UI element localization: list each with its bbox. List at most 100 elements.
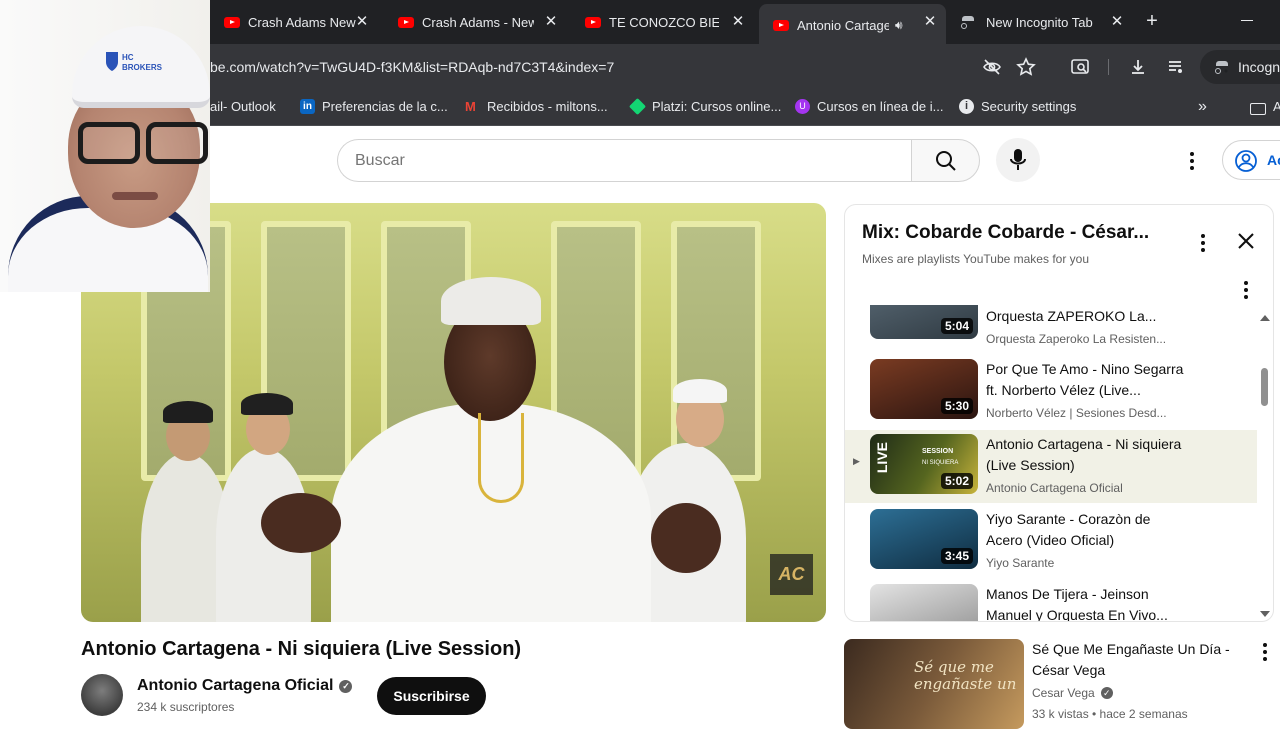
tab-title: Crash Adams - New [422,14,534,30]
incognito-badge[interactable]: Incogni [1200,50,1280,84]
recommendation-meta: 33 k vistas • hace 2 semanas [1032,707,1188,721]
tab-title: Antonio Cartage [797,17,889,33]
verified-check-icon: ✓ [339,680,353,693]
playlist-item-title: Yiyo Sarante - Corazòn de Acero (Video O… [986,511,1151,548]
scroll-down-arrow-icon[interactable] [1260,611,1270,617]
address-bar-url[interactable]: be.com/watch?v=TwGU4D-f3KM&list=RDAqb-nd… [210,59,614,75]
channel-name[interactable]: Antonio Cartagena Oficial ✓ [137,677,353,695]
incognito-icon [1214,61,1230,74]
verified-check-icon: ✓ [1100,687,1113,699]
info-icon: i [959,99,974,114]
new-tab-button[interactable]: + [1143,11,1161,31]
webcam-overlay: HC BROKERS [0,0,210,292]
gmail-icon: M [465,99,476,114]
playlist-item-thumbnail: LIVE SESSION NI SIQUIERA 5:02 [870,434,978,494]
playlist-item-channel: Norberto Vélez | Sesiones Desd... [986,406,1167,420]
video-title: Antonio Cartagena - Ni siquiera (Live Se… [81,638,522,660]
youtube-favicon-icon [224,16,240,28]
bookmark-star-icon[interactable] [1016,57,1036,77]
playlist-item-thumbnail: 3:45 [870,509,978,569]
playlist-menu-icon[interactable] [1201,234,1205,252]
tab-crash-adams-1[interactable]: Crash Adams New M ✕ [210,6,378,38]
playlist-subtitle: Mixes are playlists YouTube makes for yo… [862,252,1089,266]
thumbnail-badge-text: NI SIQUIERA [922,460,959,466]
voice-search-button[interactable] [996,138,1040,182]
playlist-item[interactable]: 3:45 Yiyo Sarante - Corazòn de Acero (Vi… [845,505,1257,578]
duration-badge: 5:02 [940,473,973,489]
playlist-options-icon[interactable] [1244,281,1248,299]
toolbar-divider [1108,59,1109,75]
bookmark-outlook[interactable]: ail- Outlook [210,99,276,114]
tab-antonio-cartagena[interactable]: Antonio Cartage 🔊︎ ✕ [759,4,946,44]
webcam-mouth [112,192,158,200]
bookmark-security-settings[interactable]: i Security settings [959,99,1076,114]
close-icon[interactable] [1236,231,1256,251]
settings-menu-icon[interactable] [1190,152,1194,170]
playlist-item[interactable]: 5:30 Por Que Te Amo - Nino Segarra ft. N… [845,355,1257,428]
playlist-item-title: Antonio Cartagena - Ni siquiera (Live Se… [986,436,1182,473]
lens-search-icon[interactable] [1070,57,1090,77]
search-icon [936,151,956,171]
hc-brokers-logo-icon: HC BROKERS [106,52,163,72]
youtube-favicon-icon [585,16,601,28]
singer-cap [441,277,541,325]
tab-title: TE CONOZCO BIEN [609,14,719,30]
linkedin-icon: in [300,99,315,114]
bookmark-gmail[interactable]: M Recibidos - miltons... [465,99,608,114]
media-controls-icon[interactable] [1166,57,1186,77]
recommendation-channel[interactable]: Cesar Vega ✓ [1032,686,1113,700]
playlist-item[interactable]: Manos De Tijera - Jeinson Manuel y Orque… [845,580,1257,621]
eye-off-icon[interactable] [982,57,1002,77]
playlist-item-title: Por Que Te Amo - Nino Segarra ft. Norber… [986,361,1184,398]
playlist-panel: Mix: Cobarde Cobarde - César... Mixes ar… [844,204,1274,622]
playlist-item-thumbnail: 5:04 [870,305,978,339]
playlist-item-thumbnail [870,584,978,621]
webcam-glasses [76,118,208,164]
bookmark-platzi[interactable]: Platzi: Cursos online... [629,98,781,115]
playlist-scrollbar-thumb[interactable] [1261,368,1268,406]
channel-watermark[interactable]: AC [770,554,813,595]
close-tab-icon[interactable]: ✕ [922,14,938,30]
tab-new-incognito[interactable]: New Incognito Tab ✕ [946,6,1133,38]
musician-cap [163,401,213,423]
search-input[interactable]: Buscar [337,139,912,182]
minimize-window-button[interactable] [1241,20,1253,21]
close-tab-icon[interactable]: ✕ [543,14,559,30]
playlist-item-current[interactable]: ▶ LIVE SESSION NI SIQUIERA 5:02 Antonio … [845,430,1257,503]
folder-icon[interactable] [1250,103,1266,115]
bookmark-folder-label[interactable]: A [1273,99,1280,114]
playlist-item[interactable]: 5:04 Orquesta ZAPEROKO La... Orquesta Za… [845,305,1257,350]
download-icon[interactable] [1128,57,1148,77]
speaker-icon[interactable]: 🔊︎ [895,18,903,33]
scroll-up-arrow-icon[interactable] [1260,315,1270,321]
recommendation-title[interactable]: Sé Que Me Engañaste Un Día - César Vega [1032,639,1242,681]
recommendation-menu-icon[interactable] [1263,643,1267,661]
background-window [671,221,761,481]
close-tab-icon[interactable]: ✕ [354,14,370,30]
bookmark-label: Cursos en línea de i... [817,99,944,114]
incognito-label: Incogni [1238,59,1280,75]
musician-cap [673,379,727,403]
sign-in-button[interactable]: Ac [1222,140,1280,180]
close-tab-icon[interactable]: ✕ [730,14,746,30]
bookmarks-overflow-button[interactable]: » [1198,98,1207,116]
duration-badge: 5:04 [940,318,973,334]
account-icon [1235,150,1257,172]
channel-avatar[interactable] [81,674,123,716]
close-tab-icon[interactable]: ✕ [1109,14,1125,30]
tab-te-conozco-bien[interactable]: TE CONOZCO BIEN ✕ [571,6,754,38]
channel-name-text: Antonio Cartagena Oficial [137,677,334,694]
search-button[interactable] [911,139,980,182]
platzi-icon [629,98,646,115]
tab-crash-adams-2[interactable]: Crash Adams - New ✕ [384,6,567,38]
recommendation-thumbnail[interactable]: Sé que me engañaste un [844,639,1024,729]
microphone-icon [1010,149,1026,170]
playlist-item-title: Orquesta ZAPEROKO La... [986,308,1157,324]
subscribe-button[interactable]: Suscribirse [377,677,486,715]
tab-title: New Incognito Tab [986,14,1093,30]
subscriber-count: 234 k suscriptores [137,700,235,714]
gold-chain [478,413,524,503]
bookmark-cursos[interactable]: U Cursos en línea de i... [795,99,943,114]
duration-badge: 3:45 [940,548,973,564]
bookmark-linkedin[interactable]: in Preferencias de la c... [300,99,448,114]
